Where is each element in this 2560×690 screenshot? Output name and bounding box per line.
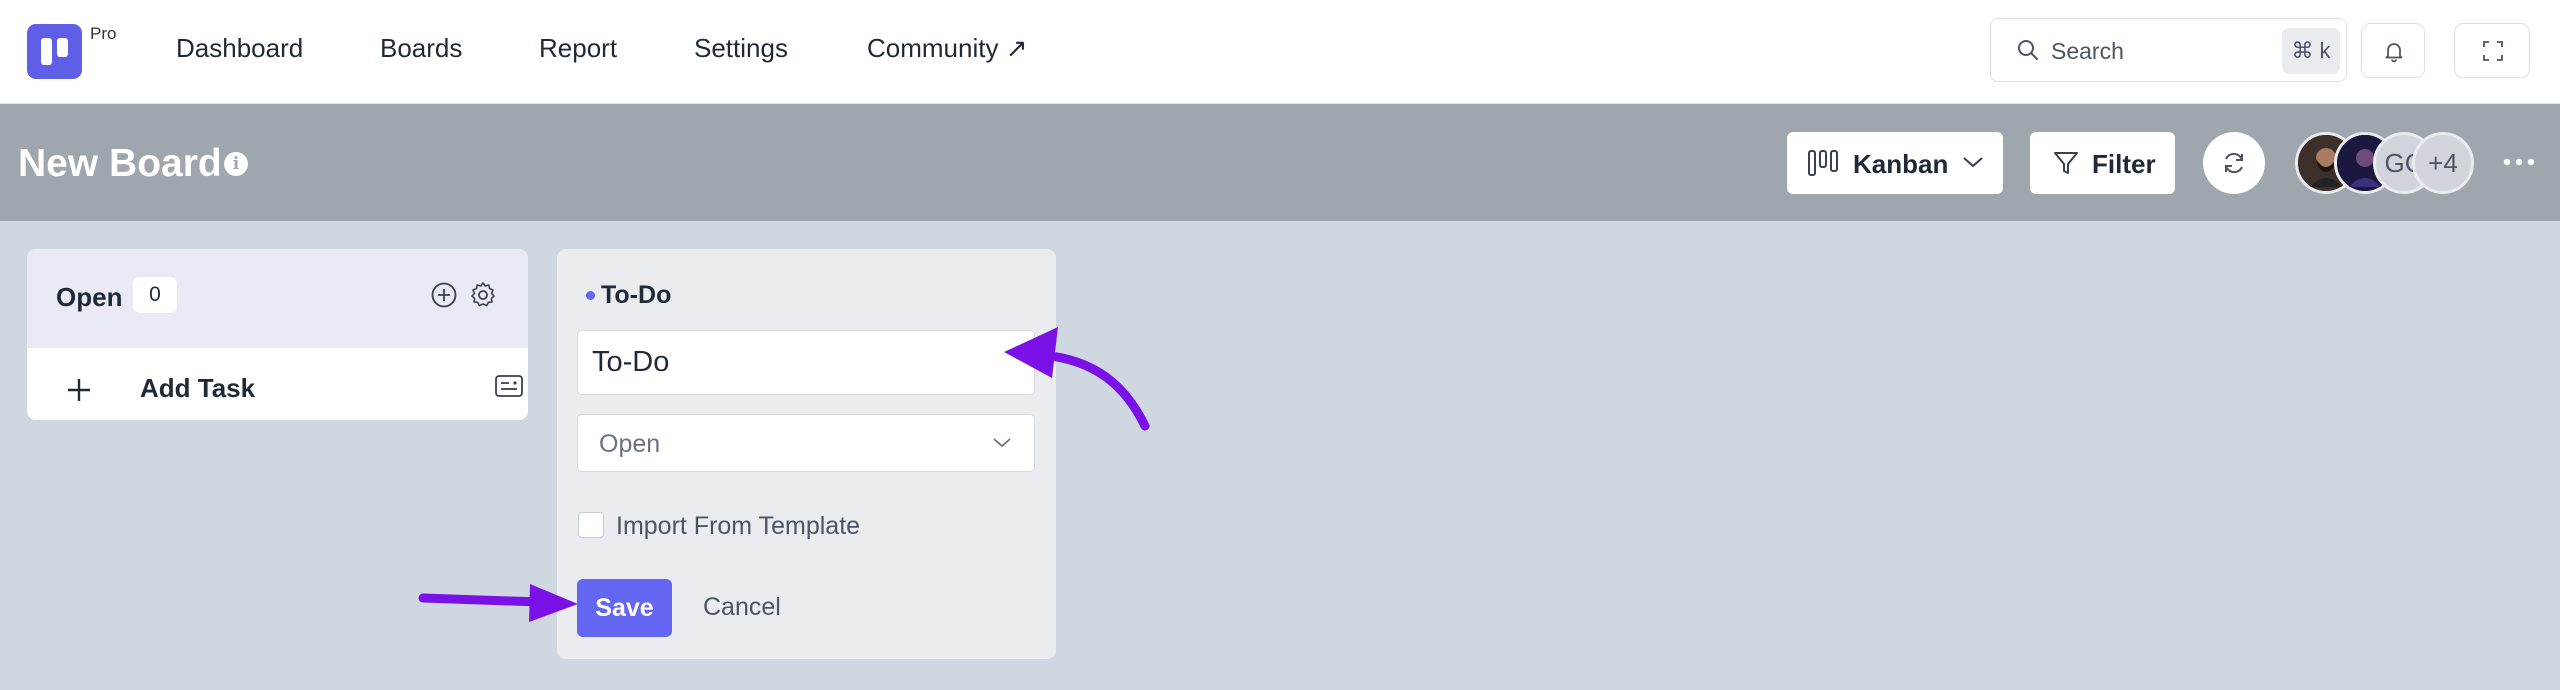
- annotation-arrows: [418, 327, 1150, 622]
- arrow-to-name-input: [1004, 327, 1150, 431]
- arrow-to-save-button: [418, 584, 578, 622]
